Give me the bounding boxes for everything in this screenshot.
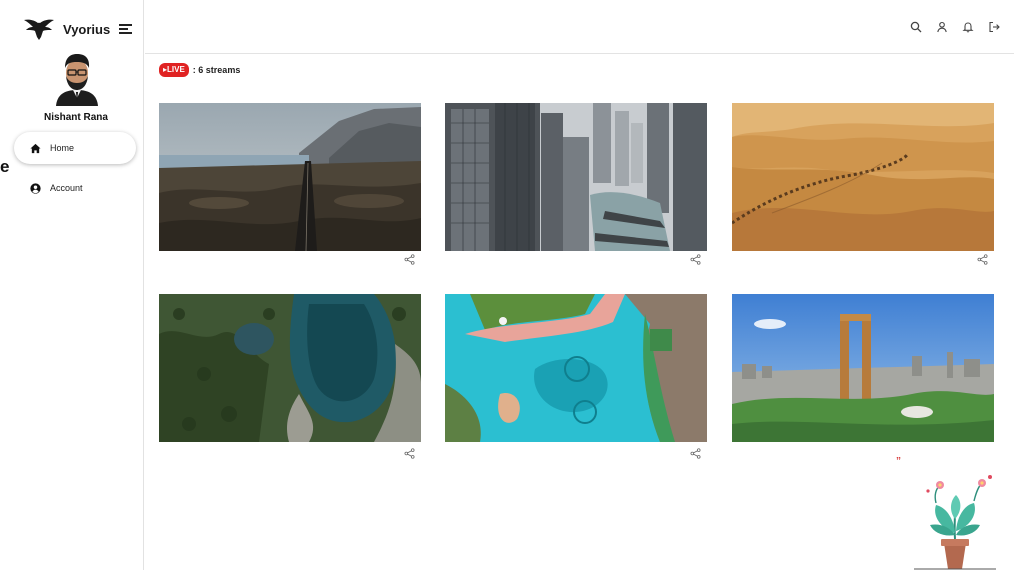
stream-count: : 6 streams — [192, 65, 241, 75]
stray-mark: ” — [896, 456, 901, 467]
stream-thumbnail — [732, 294, 994, 442]
stream-card[interactable] — [159, 294, 421, 442]
stream-thumbnail — [445, 294, 707, 442]
user-name: Nishant Rana — [44, 112, 108, 123]
sidebar: Vyorius Nishant Rana Home Account — [0, 0, 144, 570]
share-icon[interactable] — [977, 254, 988, 265]
sidebar-item-label: Home — [50, 143, 75, 153]
share-icon[interactable] — [690, 448, 701, 459]
stream-thumbnail — [732, 103, 994, 251]
share-icon[interactable] — [690, 254, 701, 265]
potted-plant-illustration — [914, 475, 996, 570]
sidebar-item-home[interactable]: Home — [14, 132, 136, 164]
bell-icon[interactable] — [962, 21, 974, 33]
stream-card[interactable] — [159, 103, 421, 251]
stream-thumbnail — [445, 103, 707, 251]
logout-icon[interactable] — [988, 21, 1000, 33]
search-icon[interactable] — [910, 21, 922, 33]
account-icon — [30, 182, 41, 194]
sidebar-nav: Home Account — [14, 132, 138, 204]
menu-toggle-icon[interactable] — [119, 23, 133, 35]
stream-card[interactable] — [445, 103, 707, 251]
avatar — [56, 54, 98, 106]
brand: Vyorius — [24, 18, 133, 40]
sidebar-item-label: Account — [50, 183, 83, 193]
top-bar — [145, 0, 1014, 54]
sidebar-item-account[interactable]: Account — [14, 172, 138, 204]
brand-name: Vyorius — [63, 21, 111, 37]
stream-card[interactable] — [445, 294, 707, 442]
stream-thumbnail — [159, 103, 421, 251]
share-icon[interactable] — [404, 448, 415, 459]
header-actions — [896, 21, 1000, 33]
stream-card[interactable] — [732, 294, 994, 442]
cut-off-text: e — [0, 157, 10, 176]
eagle-logo-icon — [24, 19, 54, 40]
stream-card[interactable] — [732, 103, 994, 251]
user-icon[interactable] — [936, 21, 948, 33]
stream-thumbnail — [159, 294, 421, 442]
live-status: ▸LIVE : 6 streams — [159, 63, 240, 77]
home-icon — [30, 143, 41, 153]
share-icon[interactable] — [404, 254, 415, 265]
live-badge: ▸LIVE — [159, 63, 189, 77]
